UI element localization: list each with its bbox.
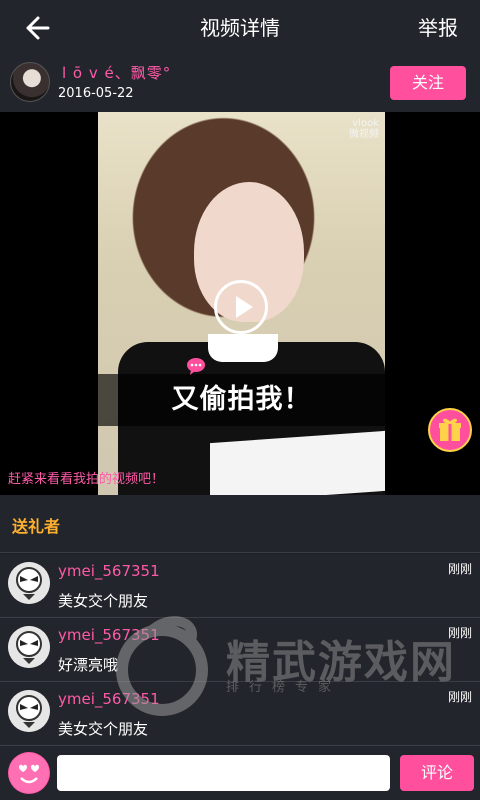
commenter-name[interactable]: ymei_567351 (58, 690, 160, 708)
comment-text: 美女交个朋友 (58, 720, 149, 738)
author-row: l ō v é、飘零° 2016-05-22 关注 (0, 56, 480, 112)
comment-input[interactable] (57, 755, 390, 791)
comment-list: ymei_567351 美女交个朋友 刚刚 ymei_567351 好漂亮哦 刚… (0, 554, 480, 746)
comment-time: 刚刚 (447, 626, 472, 640)
comment-item[interactable]: ymei_567351 美女交个朋友 刚刚 (0, 682, 480, 746)
author-name[interactable]: l ō v é、飘零° (62, 62, 171, 83)
comment-item[interactable]: ymei_567351 好漂亮哦 刚刚 (0, 618, 480, 682)
author-avatar[interactable] (10, 62, 50, 102)
video-watermark: vlook 微视频 (349, 118, 379, 140)
promo-text: 赶紧来看看我拍的视频吧！ (8, 472, 165, 487)
gift-senders-section: 送礼者 (0, 495, 480, 553)
video-scene-collar (208, 334, 278, 362)
comment-item[interactable]: ymei_567351 美女交个朋友 刚刚 (0, 554, 480, 618)
emoji-icon[interactable] (8, 752, 50, 794)
commenter-name[interactable]: ymei_567351 (58, 562, 160, 580)
video-scene-paper (210, 430, 385, 495)
submit-comment-button[interactable]: 评论 (400, 755, 474, 791)
report-button[interactable]: 举报 (418, 0, 458, 56)
chat-bubble-icon (186, 357, 206, 375)
comment-time: 刚刚 (447, 562, 472, 576)
video-caption: 又偷拍我！ (171, 384, 312, 415)
commenter-avatar[interactable] (8, 690, 50, 732)
comment-text: 好漂亮哦 (58, 656, 119, 674)
commenter-avatar[interactable] (8, 562, 50, 604)
commenter-name[interactable]: ymei_567351 (58, 626, 160, 644)
post-date: 2016-05-22 (58, 86, 134, 101)
commenter-avatar[interactable] (8, 626, 50, 668)
comment-text: 美女交个朋友 (58, 592, 149, 610)
video-watermark-brand: vlook (352, 118, 379, 129)
comment-composer: 评论 (0, 746, 480, 800)
gift-icon[interactable] (428, 408, 472, 452)
top-bar: 视频详情 举报 (0, 0, 480, 56)
video-player[interactable]: vlook 微视频 又偷拍我！ 赶紧来看看我拍的视频吧！ (0, 112, 480, 495)
comment-time: 刚刚 (447, 690, 472, 704)
gift-senders-label: 送礼者 (12, 517, 61, 536)
page-title: 视频详情 (200, 16, 280, 40)
video-watermark-sub: 微视频 (349, 129, 379, 140)
play-icon[interactable] (214, 280, 268, 334)
follow-button[interactable]: 关注 (390, 66, 466, 100)
